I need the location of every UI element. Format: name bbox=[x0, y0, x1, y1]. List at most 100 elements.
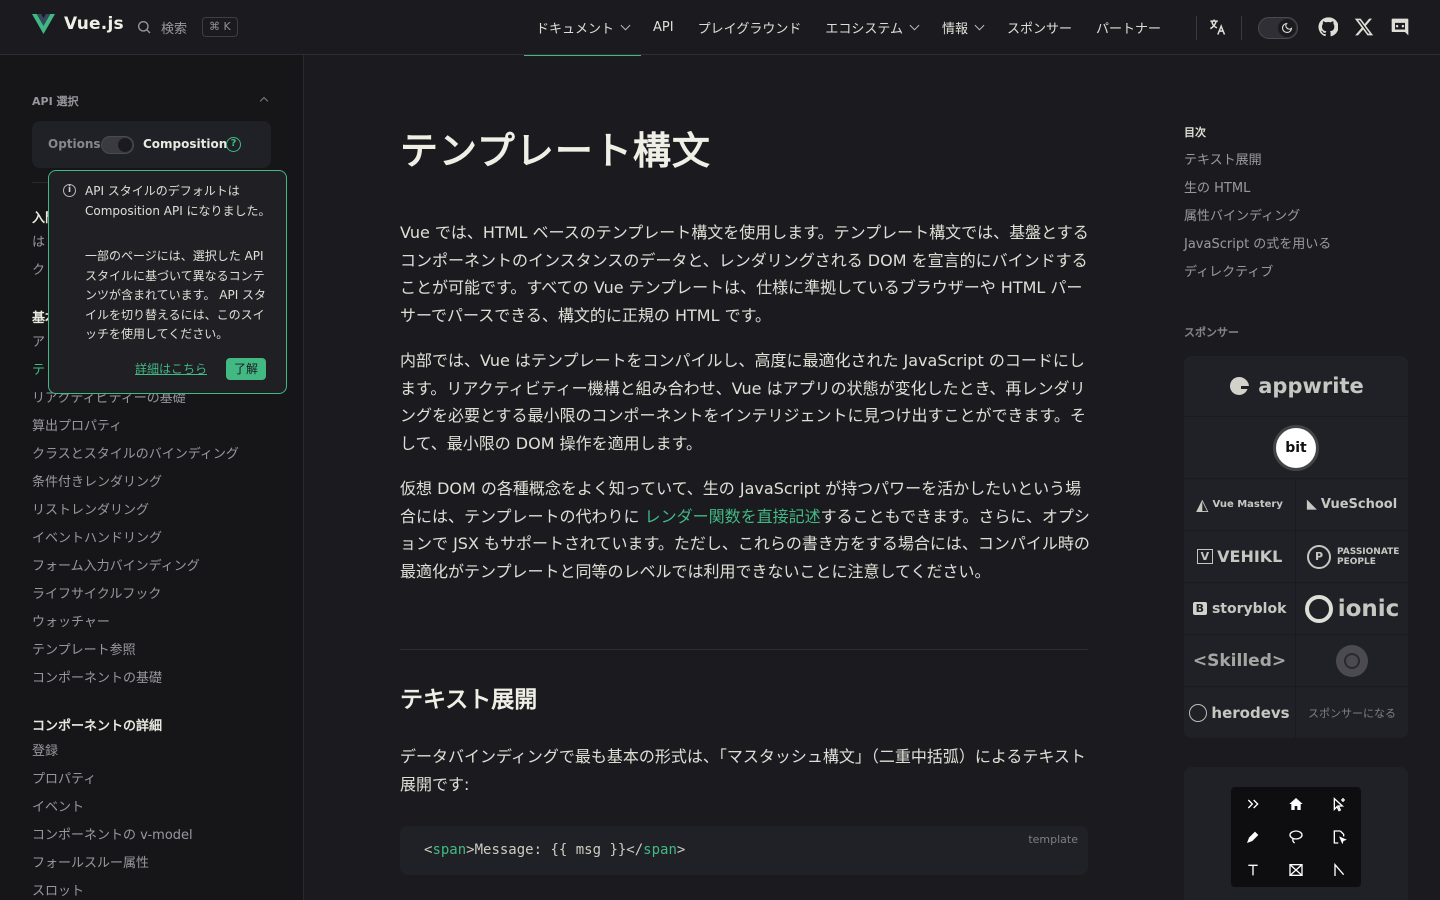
cursor-add-icon[interactable] bbox=[1318, 787, 1361, 820]
image-frame-icon[interactable] bbox=[1274, 854, 1317, 887]
sidebar-item[interactable]: フォールスルー属性 bbox=[32, 850, 282, 878]
nav-ecosystem[interactable]: エコシステム bbox=[813, 0, 930, 55]
toc-title: 目次 bbox=[1184, 126, 1206, 139]
learn-more-link[interactable]: 詳細はこちら bbox=[135, 360, 207, 377]
sponsor-herodevs[interactable]: herodevs bbox=[1184, 687, 1295, 738]
sponsor-placeholder[interactable] bbox=[1296, 635, 1408, 686]
sponsor-name: herodevs bbox=[1211, 703, 1290, 722]
become-sponsor-link[interactable]: スポンサーになる bbox=[1296, 687, 1408, 738]
code-line: <span>Message: {{ msg }}</span> bbox=[424, 842, 685, 858]
sponsor-name: VEHIKL bbox=[1217, 547, 1283, 566]
toc-item[interactable]: テキスト展開 bbox=[1184, 147, 1331, 175]
sidebar-group-items: 登録 プロパティ イベント コンポーネントの v-model フォールスルー属性… bbox=[32, 738, 282, 900]
sponsor-passionate-people[interactable]: P PASSIONATE PEOPLE bbox=[1296, 531, 1408, 582]
toc-item[interactable]: 属性バインディング bbox=[1184, 203, 1331, 231]
sponsor-storyblok[interactable]: B storyblok bbox=[1184, 583, 1295, 634]
document-cursor-icon[interactable] bbox=[1318, 820, 1361, 853]
main-nav: ドキュメント API プレイグラウンド エコシステム 情報 スポンサー パートナ… bbox=[524, 0, 1173, 56]
nav-sponsor[interactable]: スポンサー bbox=[995, 0, 1084, 55]
vue-mastery-logo-icon: ◭ bbox=[1196, 495, 1209, 514]
chevron-down-icon bbox=[909, 20, 920, 31]
home-icon[interactable] bbox=[1274, 787, 1317, 820]
got-it-button[interactable]: 了解 bbox=[226, 358, 266, 380]
become-sponsor-label: スポンサーになる bbox=[1308, 706, 1396, 720]
nav-link-label: パートナー bbox=[1096, 22, 1162, 37]
ionic-logo-icon bbox=[1304, 594, 1333, 623]
discord-icon[interactable] bbox=[1390, 17, 1410, 37]
nav-partners[interactable]: パートナー bbox=[1084, 0, 1173, 55]
herodevs-logo-icon bbox=[1189, 703, 1208, 722]
vehikl-logo-icon: V bbox=[1196, 549, 1214, 564]
sponsor-appwrite[interactable]: appwrite bbox=[1184, 356, 1408, 416]
sidebar-item[interactable]: イベント bbox=[32, 794, 282, 822]
sponsor-bit[interactable]: bit bbox=[1184, 417, 1408, 478]
dark-mode-toggle[interactable] bbox=[1258, 17, 1298, 39]
code-token: >Message: {{ msg }}</ bbox=[466, 842, 644, 858]
sidebar-item[interactable]: 算出プロパティ bbox=[32, 413, 282, 441]
sponsor-name: <Skilled> bbox=[1192, 650, 1287, 671]
toggle-knob bbox=[1278, 19, 1296, 37]
sidebar-item[interactable]: 条件付きレンダリング bbox=[32, 469, 282, 497]
sponsor-name: ionic bbox=[1337, 595, 1400, 622]
sidebar-item[interactable]: コンポーネントの基礎 bbox=[32, 665, 282, 693]
sidebar-item[interactable]: コンポーネントの v-model bbox=[32, 822, 282, 850]
x-twitter-icon[interactable] bbox=[1354, 17, 1374, 37]
options-api-label[interactable]: Options bbox=[48, 137, 101, 151]
sidebar-item[interactable]: ウォッチャー bbox=[32, 609, 282, 637]
text-icon[interactable] bbox=[1231, 854, 1274, 887]
api-preference-title: API 選択 bbox=[32, 95, 79, 108]
api-style-popup: i API スタイルのデフォルトは Composition API になりました… bbox=[48, 170, 287, 394]
nav-docs[interactable]: ドキュメント bbox=[524, 0, 642, 56]
search-label: 検索 bbox=[161, 21, 188, 37]
help-icon[interactable]: ? bbox=[226, 137, 241, 152]
nav-link-label: スポンサー bbox=[1006, 22, 1072, 37]
api-style-toggle[interactable] bbox=[101, 136, 134, 154]
toc-item[interactable]: ディレクティブ bbox=[1184, 259, 1331, 287]
info-icon: i bbox=[63, 184, 76, 197]
render-function-link[interactable]: レンダー関数を直接記述 bbox=[645, 507, 821, 526]
sidebar-item[interactable]: クラスとスタイルのバインディング bbox=[32, 441, 282, 469]
arrow-corner-icon[interactable] bbox=[1318, 854, 1361, 887]
sidebar-item[interactable]: テンプレート参照 bbox=[32, 637, 282, 665]
chevrons-right-icon[interactable] bbox=[1231, 787, 1274, 820]
section-heading: テキスト展開 bbox=[400, 687, 538, 713]
ad-box[interactable] bbox=[1184, 767, 1408, 900]
search-button[interactable]: 検索 ⌘ K bbox=[136, 17, 238, 37]
toc-item[interactable]: 生の HTML bbox=[1184, 175, 1331, 203]
sidebar-item[interactable]: スロット bbox=[32, 878, 282, 900]
sponsor-ionic[interactable]: ionic bbox=[1296, 583, 1408, 634]
code-tag: span bbox=[432, 842, 467, 858]
chevron-up-icon[interactable] bbox=[259, 96, 269, 106]
github-icon[interactable] bbox=[1318, 17, 1338, 37]
sponsor-vehikl[interactable]: V VEHIKL bbox=[1184, 531, 1295, 582]
sponsor-name: Vue Mastery bbox=[1212, 499, 1283, 510]
sponsor-vueschool[interactable]: ◣ VueSchool bbox=[1296, 479, 1408, 530]
sponsor-skilled[interactable]: <Skilled> bbox=[1184, 635, 1295, 686]
appwrite-logo-icon bbox=[1230, 376, 1250, 395]
toc-item[interactable]: JavaScript の式を用いる bbox=[1184, 231, 1331, 259]
search-icon bbox=[138, 21, 151, 34]
code-token: > bbox=[676, 842, 686, 858]
vue-logo-icon bbox=[32, 14, 55, 34]
code-block[interactable]: template <span>Message: {{ msg }}</span> bbox=[400, 826, 1088, 875]
sidebar-item[interactable]: リストレンダリング bbox=[32, 497, 282, 525]
sidebar-item[interactable]: フォーム入力バインディング bbox=[32, 553, 282, 581]
sidebar-item[interactable]: イベントハンドリング bbox=[32, 525, 282, 553]
search-shortcut: ⌘ K bbox=[202, 17, 238, 37]
sidebar-item[interactable]: 登録 bbox=[32, 738, 282, 766]
sidebar-item[interactable]: ライフサイクルフック bbox=[32, 581, 282, 609]
popup-message: API スタイルのデフォルトは Composition API になりました。 bbox=[85, 184, 271, 218]
sidebar-item[interactable]: プロパティ bbox=[32, 766, 282, 794]
brand-logo[interactable]: Vue.js bbox=[32, 14, 124, 34]
popup-description: 一部のページには、選択した API スタイルに基づいて異なるコンテンツが含まれて… bbox=[85, 249, 267, 341]
composition-api-label[interactable]: Composition bbox=[143, 137, 227, 151]
pen-icon[interactable] bbox=[1231, 820, 1274, 853]
translate-icon[interactable] bbox=[1207, 17, 1227, 37]
nav-api[interactable]: API bbox=[641, 0, 686, 55]
nav-playground[interactable]: プレイグラウンド bbox=[686, 0, 814, 55]
lasso-icon[interactable] bbox=[1274, 820, 1317, 853]
toggle-knob bbox=[118, 138, 132, 152]
sponsor-vue-mastery[interactable]: ◭ Vue Mastery bbox=[1184, 479, 1295, 530]
interpolation-paragraph: データバインディングで最も基本の形式は、「マスタッシュ構文」（二重中括弧）による… bbox=[400, 747, 1086, 794]
nav-about[interactable]: 情報 bbox=[930, 0, 995, 55]
